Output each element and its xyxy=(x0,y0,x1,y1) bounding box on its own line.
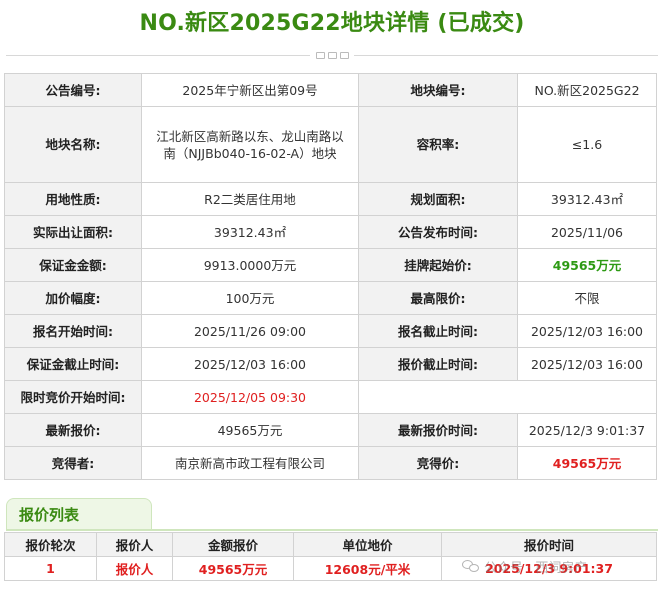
far-label: 容积率: xyxy=(358,106,518,183)
announcement-no-label: 公告编号: xyxy=(4,73,142,107)
bid-list-divider xyxy=(6,529,658,531)
reg-end-label: 报名截止时间: xyxy=(358,314,518,348)
title-divider-ornament xyxy=(310,50,354,61)
land-use-value: R2二类居住用地 xyxy=(141,182,359,216)
bid-list-header-row: 报价轮次 报价人 金额报价 单位地价 报价时间 xyxy=(4,532,657,557)
winning-price-label: 竞得价: xyxy=(358,446,518,480)
plot-name-label: 地块名称: xyxy=(4,106,142,183)
table-row: 保证金截止时间: 2025/12/03 16:00 报价截止时间: 2025/1… xyxy=(4,347,657,381)
table-row: 实际出让面积: 39312.43㎡ 公告发布时间: 2025/11/06 xyxy=(4,215,657,249)
quote-deadline-label: 报价截止时间: xyxy=(358,347,518,381)
table-row: 1 报价人 49565万元 12608元/平米 2025/12/3 9:01:3… xyxy=(4,556,657,581)
bid-amount: 49565万元 xyxy=(172,556,294,581)
column-header-time: 报价时间 xyxy=(441,532,657,557)
publish-time-label: 公告发布时间: xyxy=(358,215,518,249)
deposit-label: 保证金金额: xyxy=(4,248,142,282)
table-row: 用地性质: R2二类居住用地 规划面积: 39312.43㎡ xyxy=(4,182,657,216)
bid-list-table: 报价轮次 报价人 金额报价 单位地价 报价时间 1 报价人 49565万元 12… xyxy=(4,532,657,581)
reg-start-value: 2025/11/26 09:00 xyxy=(141,314,359,348)
empty-cell xyxy=(358,380,657,414)
start-price-value: 49565万元 xyxy=(517,248,657,282)
plot-no-label: 地块编号: xyxy=(358,73,518,107)
timed-bid-start-value: 2025/12/05 09:30 xyxy=(141,380,359,414)
ornament-square-icon xyxy=(339,52,349,59)
plot-name-value: 江北新区高新路以东、龙山南路以南（NJJBb040-16-02-A）地块 xyxy=(141,106,359,183)
deposit-value: 9913.0000万元 xyxy=(141,248,359,282)
winning-price-value: 49565万元 xyxy=(517,446,657,480)
table-row: 限时竞价开始时间: 2025/12/05 09:30 xyxy=(4,380,657,414)
ornament-square-icon xyxy=(315,52,325,59)
plot-no-value: NO.新区2025G22 xyxy=(517,73,657,107)
latest-quote-value: 49565万元 xyxy=(141,413,359,447)
column-header-unit-price: 单位地价 xyxy=(293,532,442,557)
page-title: NO.新区2025G22地块详情 (已成交) xyxy=(139,11,525,36)
ornament-square-icon xyxy=(327,52,337,59)
bid-time: 2025/12/3 9:01:37 xyxy=(441,556,657,581)
table-row: 竞得者: 南京新高市政工程有限公司 竞得价: 49565万元 xyxy=(4,446,657,480)
land-use-label: 用地性质: xyxy=(4,182,142,216)
winner-value: 南京新高市政工程有限公司 xyxy=(141,446,359,480)
start-price-label: 挂牌起始价: xyxy=(358,248,518,282)
plot-detail-table: 公告编号: 2025年宁新区出第09号 地块编号: NO.新区2025G22 地… xyxy=(4,73,657,480)
reg-end-value: 2025/12/03 16:00 xyxy=(517,314,657,348)
column-header-amount: 金额报价 xyxy=(172,532,294,557)
latest-quote-time-label: 最新报价时间: xyxy=(358,413,518,447)
increment-value: 100万元 xyxy=(141,281,359,315)
reg-start-label: 报名开始时间: xyxy=(4,314,142,348)
winner-label: 竞得者: xyxy=(4,446,142,480)
table-row: 保证金金额: 9913.0000万元 挂牌起始价: 49565万元 xyxy=(4,248,657,282)
column-header-bidder: 报价人 xyxy=(96,532,173,557)
latest-quote-label: 最新报价: xyxy=(4,413,142,447)
planned-area-label: 规划面积: xyxy=(358,182,518,216)
bid-bidder: 报价人 xyxy=(96,556,173,581)
increment-label: 加价幅度: xyxy=(4,281,142,315)
tab-bid-list[interactable]: 报价列表 xyxy=(6,498,152,530)
announcement-no-value: 2025年宁新区出第09号 xyxy=(141,73,359,107)
deposit-deadline-value: 2025/12/03 16:00 xyxy=(141,347,359,381)
planned-area-value: 39312.43㎡ xyxy=(517,182,657,216)
publish-time-value: 2025/11/06 xyxy=(517,215,657,249)
max-price-label: 最高限价: xyxy=(358,281,518,315)
actual-area-label: 实际出让面积: xyxy=(4,215,142,249)
far-value: ≤1.6 xyxy=(517,106,657,183)
table-row: 公告编号: 2025年宁新区出第09号 地块编号: NO.新区2025G22 xyxy=(4,73,657,107)
table-row: 地块名称: 江北新区高新路以东、龙山南路以南（NJJBb040-16-02-A）… xyxy=(4,106,657,183)
table-row: 报名开始时间: 2025/11/26 09:00 报名截止时间: 2025/12… xyxy=(4,314,657,348)
actual-area-value: 39312.43㎡ xyxy=(141,215,359,249)
table-row: 加价幅度: 100万元 最高限价: 不限 xyxy=(4,281,657,315)
quote-deadline-value: 2025/12/03 16:00 xyxy=(517,347,657,381)
timed-bid-start-label: 限时竞价开始时间: xyxy=(4,380,142,414)
bid-unit-price: 12608元/平米 xyxy=(293,556,442,581)
bid-round: 1 xyxy=(4,556,97,581)
deposit-deadline-label: 保证金截止时间: xyxy=(4,347,142,381)
column-header-round: 报价轮次 xyxy=(4,532,97,557)
max-price-value: 不限 xyxy=(517,281,657,315)
latest-quote-time-value: 2025/12/3 9:01:37 xyxy=(517,413,657,447)
table-row: 最新报价: 49565万元 最新报价时间: 2025/12/3 9:01:37 xyxy=(4,413,657,447)
